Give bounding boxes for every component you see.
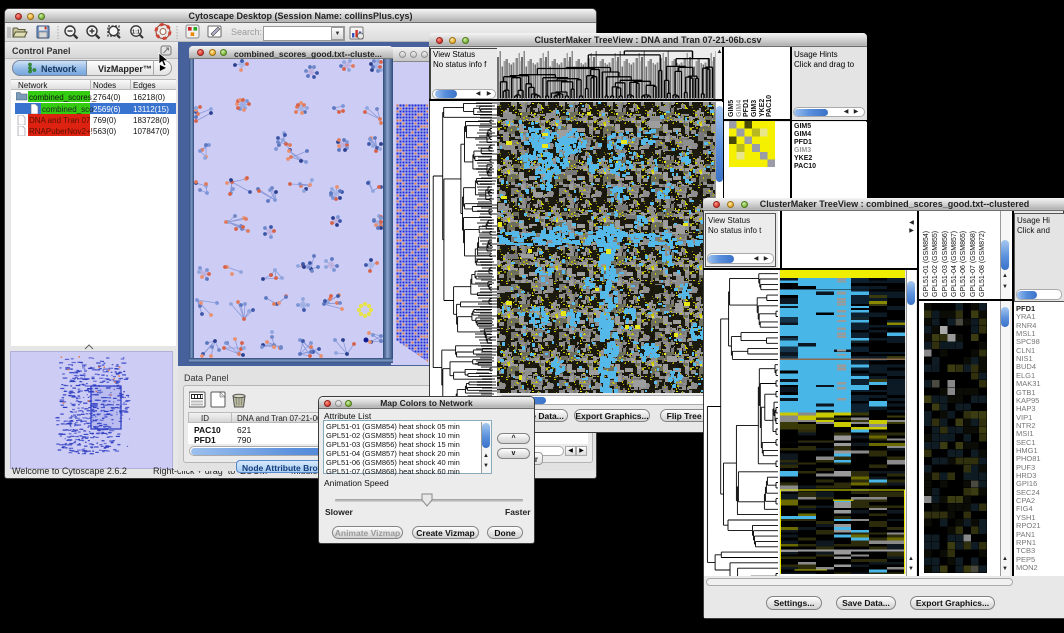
svg-text:1:1: 1:1: [132, 29, 140, 35]
